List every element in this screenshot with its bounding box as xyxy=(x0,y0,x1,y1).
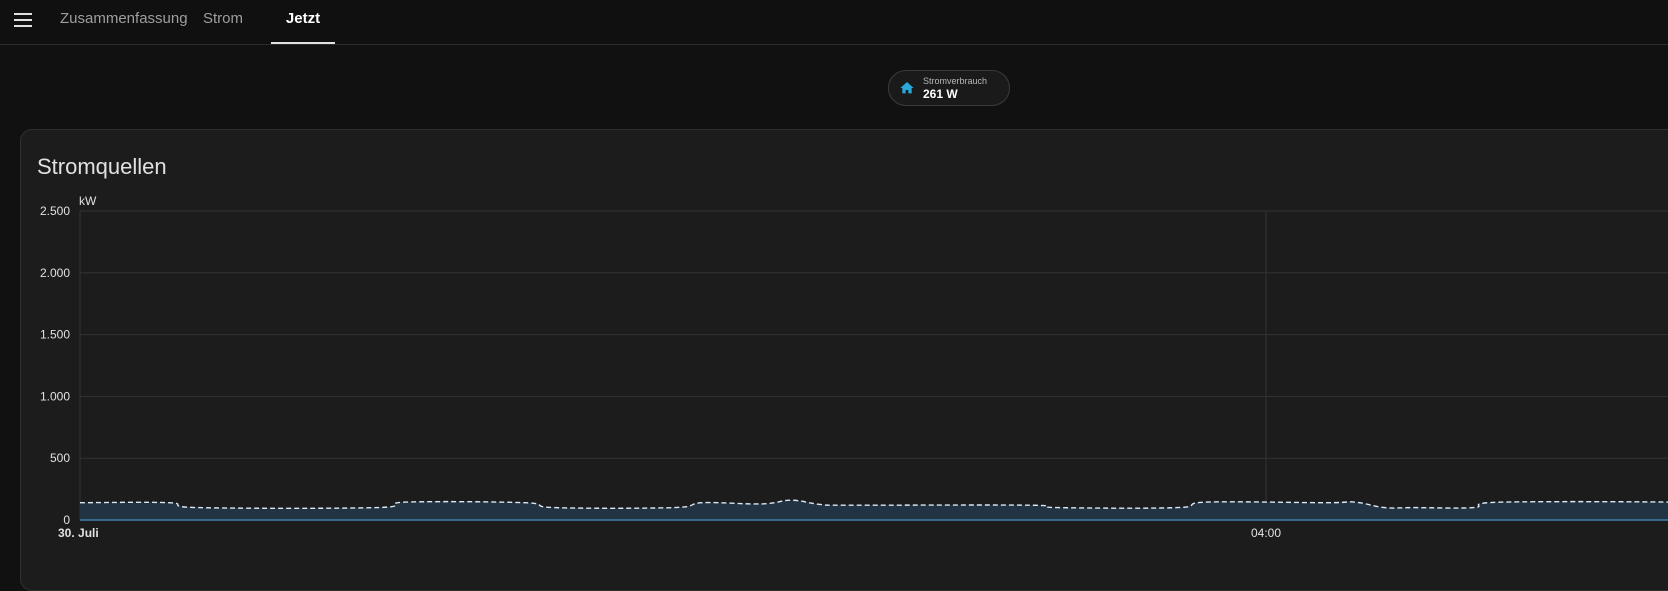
y-tick-label: 500 xyxy=(50,451,70,465)
chart-grid xyxy=(79,210,1668,521)
series-area xyxy=(80,500,1668,520)
power-sources-chart[interactable]: 05001.0001.5002.0002.50030. Juli04:0008:… xyxy=(0,0,1668,543)
y-unit-label: kW xyxy=(79,194,97,208)
y-tick-label: 1.000 xyxy=(40,389,70,403)
y-tick-label: 2.500 xyxy=(40,204,70,218)
y-tick-label: 1.500 xyxy=(40,328,70,342)
series-line xyxy=(79,499,1668,510)
chart-axis: 05001.0001.5002.0002.50030. Juli04:0008:… xyxy=(40,194,1281,540)
x-tick-label: 30. Juli xyxy=(58,526,99,540)
y-tick-label: 2.000 xyxy=(40,266,70,280)
y-tick-label: 0 xyxy=(63,513,70,527)
x-tick-label: 04:00 xyxy=(1251,526,1281,540)
